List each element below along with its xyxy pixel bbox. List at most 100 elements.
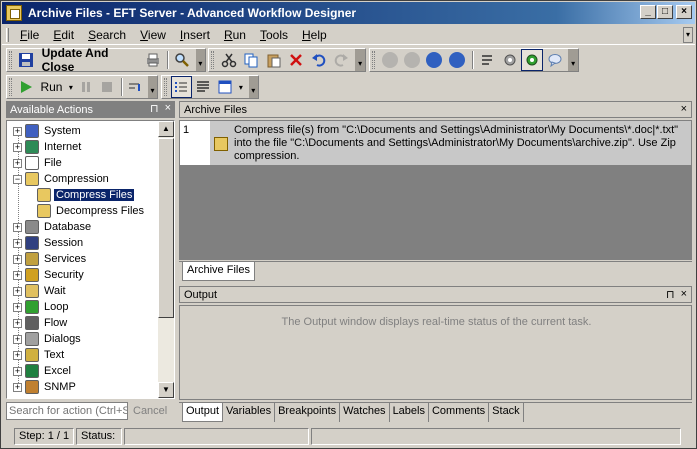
tab-output[interactable]: Output: [182, 403, 224, 422]
tree-item-file[interactable]: + File: [13, 155, 64, 171]
title-bar[interactable]: Archive Files - EFT Server - Advanced Wo…: [2, 2, 695, 24]
tree-item-internet[interactable]: + Internet: [13, 139, 83, 155]
menu-run[interactable]: Run: [217, 26, 253, 44]
print-icon[interactable]: [142, 49, 163, 71]
toolbar-grip[interactable]: [9, 51, 12, 69]
delete-icon[interactable]: [286, 49, 308, 71]
workflow-step-row[interactable]: 1 Compress file(s) from "C:\Documents an…: [180, 121, 691, 165]
move-right-icon[interactable]: [446, 49, 467, 71]
cut-icon[interactable]: [218, 49, 240, 71]
expand-icon[interactable]: +: [13, 350, 22, 360]
toolbar-overflow-icon[interactable]: ▾: [355, 49, 365, 71]
output-pin-icon[interactable]: ⊓: [666, 288, 675, 301]
toolbar-overflow-icon[interactable]: ▾: [568, 49, 578, 71]
stop-icon[interactable]: [97, 76, 117, 98]
step-into-icon[interactable]: [126, 76, 146, 98]
menu-search[interactable]: Search: [81, 26, 133, 44]
tree-item-security[interactable]: + Security: [13, 267, 86, 283]
document-empty-area[interactable]: [180, 165, 691, 259]
toolbar-grip[interactable]: [9, 78, 12, 96]
expand-icon[interactable]: +: [13, 382, 22, 392]
menu-insert[interactable]: Insert: [173, 26, 217, 44]
expand-icon[interactable]: +: [13, 158, 22, 168]
update-and-close-button[interactable]: Update And Close: [38, 46, 143, 74]
copy-icon[interactable]: [241, 49, 263, 71]
toolbar-grip[interactable]: [372, 51, 375, 69]
paste-icon[interactable]: [263, 49, 285, 71]
expand-icon[interactable]: +: [13, 334, 22, 344]
layout-icon[interactable]: [214, 76, 235, 98]
toolbar-grip[interactable]: [164, 78, 167, 96]
move-up-icon[interactable]: [379, 49, 400, 71]
tree-item-flow[interactable]: + Flow: [13, 315, 69, 331]
expand-icon[interactable]: +: [13, 126, 22, 136]
tree-item-snmp[interactable]: + SNMP: [13, 379, 78, 395]
menu-tools[interactable]: Tools: [253, 26, 295, 44]
tab-archive-files[interactable]: Archive Files: [182, 262, 255, 281]
tree-item-wait[interactable]: + Wait: [13, 283, 68, 299]
toolbar-overflow-icon[interactable]: ▾: [248, 76, 258, 98]
output-close-icon[interactable]: ×: [681, 288, 687, 301]
toolbar-overflow-icon[interactable]: ▾: [148, 76, 157, 98]
expand-icon[interactable]: +: [13, 286, 22, 296]
tab-watches[interactable]: Watches: [340, 403, 390, 422]
settings-gear-icon[interactable]: [499, 49, 520, 71]
run-dropdown-icon[interactable]: ▾: [66, 76, 75, 98]
tree-item-services[interactable]: + Services: [13, 251, 88, 267]
menu-grip[interactable]: [6, 27, 9, 42]
expand-icon[interactable]: +: [13, 270, 22, 280]
expand-icon[interactable]: +: [13, 318, 22, 328]
tree-item-text[interactable]: + Text: [13, 347, 66, 363]
undo-icon[interactable]: [308, 49, 330, 71]
close-button[interactable]: ×: [676, 5, 692, 19]
tree-scrollbar[interactable]: ▲ ▼: [158, 121, 174, 398]
list-view-icon[interactable]: [170, 76, 192, 98]
tab-breakpoints[interactable]: Breakpoints: [275, 403, 341, 422]
redo-icon[interactable]: [331, 49, 353, 71]
expand-icon[interactable]: +: [13, 302, 22, 312]
breakpoint-icon[interactable]: [521, 49, 543, 71]
save-icon[interactable]: [16, 49, 37, 71]
move-left-icon[interactable]: [424, 49, 445, 71]
text-view-icon[interactable]: [193, 76, 214, 98]
expand-icon[interactable]: +: [13, 142, 22, 152]
comment-icon[interactable]: [544, 49, 565, 71]
document-close-icon[interactable]: ×: [681, 103, 687, 115]
menu-overflow-icon[interactable]: ▾: [683, 27, 693, 43]
menu-view[interactable]: View: [133, 26, 173, 44]
properties-icon[interactable]: [477, 49, 498, 71]
run-button[interactable]: Run: [36, 76, 66, 98]
tab-stack[interactable]: Stack: [489, 403, 524, 422]
expand-icon[interactable]: +: [13, 222, 22, 232]
tree-item-compression[interactable]: − Compression: [13, 171, 111, 187]
maximize-button[interactable]: □: [657, 5, 673, 19]
menu-file[interactable]: File: [13, 26, 46, 44]
tree-item-session[interactable]: + Session: [13, 235, 85, 251]
menu-help[interactable]: Help: [295, 26, 334, 44]
tree-item-compress-files[interactable]: Compress Files: [37, 187, 135, 203]
tree-item-system[interactable]: + System: [13, 123, 83, 139]
find-icon[interactable]: [172, 49, 193, 71]
expand-icon[interactable]: +: [13, 238, 22, 248]
toolbar-overflow-icon[interactable]: ▾: [195, 49, 206, 71]
tab-labels[interactable]: Labels: [390, 403, 429, 422]
tab-comments[interactable]: Comments: [429, 403, 490, 422]
pause-icon[interactable]: [76, 76, 96, 98]
collapse-icon[interactable]: −: [13, 174, 22, 184]
scroll-thumb[interactable]: [158, 138, 174, 318]
cancel-search-button[interactable]: Cancel: [133, 405, 167, 417]
expand-icon[interactable]: +: [13, 254, 22, 264]
tree-item-database[interactable]: + Database: [13, 219, 93, 235]
scroll-up-icon[interactable]: ▲: [158, 121, 174, 137]
layout-dropdown-icon[interactable]: ▾: [236, 76, 245, 98]
toolbar-grip[interactable]: [211, 51, 214, 69]
tab-variables[interactable]: Variables: [223, 403, 276, 422]
move-down-icon[interactable]: [401, 49, 422, 71]
tree-item-excel[interactable]: + Excel: [13, 363, 73, 379]
tree-item-loop[interactable]: + Loop: [13, 299, 70, 315]
tree-item-dialogs[interactable]: + Dialogs: [13, 331, 83, 347]
panel-close-icon[interactable]: ×: [165, 102, 171, 115]
search-action-input[interactable]: [6, 402, 128, 420]
run-play-icon[interactable]: [16, 76, 36, 98]
menu-edit[interactable]: Edit: [46, 26, 81, 44]
